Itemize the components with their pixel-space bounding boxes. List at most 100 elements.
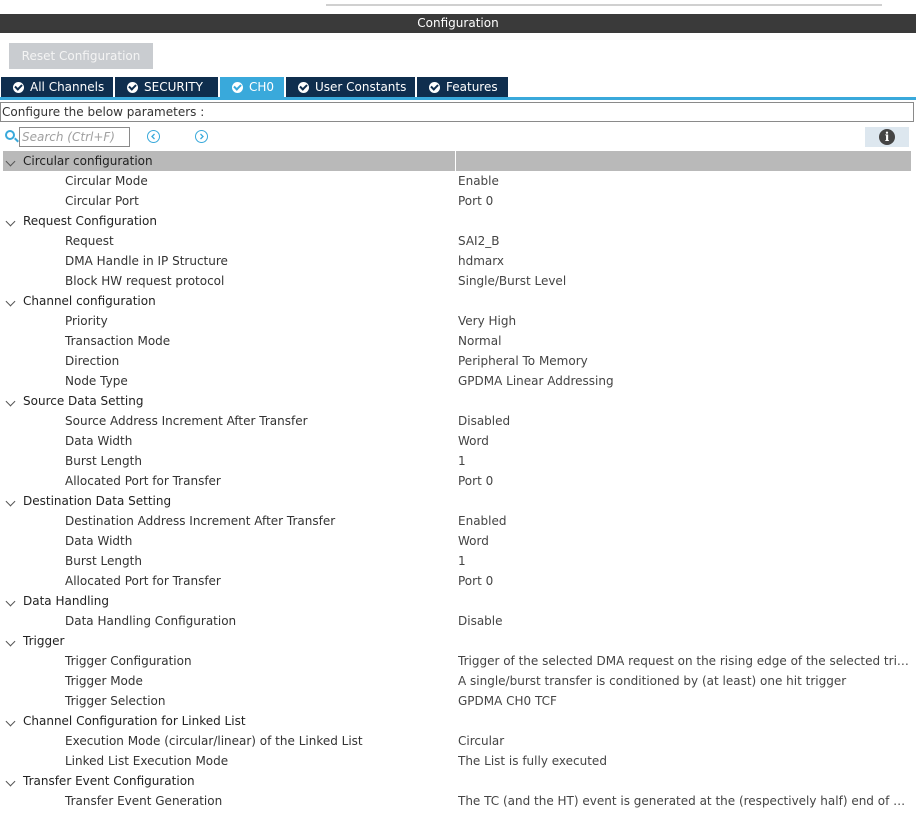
parameter-value[interactable]: Normal: [458, 331, 910, 351]
parameter-label: Node Type: [65, 374, 128, 388]
parameter-row[interactable]: Data Width Word: [3, 531, 911, 551]
chevron-down-icon[interactable]: [5, 636, 16, 647]
chevron-down-icon[interactable]: [5, 156, 16, 167]
parameter-value[interactable]: Very High: [458, 311, 910, 331]
group-row[interactable]: Source Data Setting: [3, 391, 911, 411]
group-row[interactable]: Transfer Event Configuration: [3, 771, 911, 791]
parameter-row[interactable]: Trigger Selection GPDMA CH0 TCF: [3, 691, 911, 711]
check-icon: [232, 81, 243, 93]
parameter-row[interactable]: Burst Length 1: [3, 451, 911, 471]
group-row[interactable]: Channel configuration: [3, 291, 911, 311]
parameter-value[interactable]: Port 0: [458, 471, 910, 491]
parameter-label: Transaction Mode: [65, 334, 171, 348]
check-icon: [429, 81, 440, 93]
group-label: Channel Configuration for Linked List: [23, 714, 246, 728]
tab-label: CH0: [249, 80, 275, 94]
parameter-row[interactable]: Data Width Word: [3, 431, 911, 451]
search-row: i: [0, 126, 916, 148]
parameter-label: Data Width: [65, 434, 133, 448]
parameter-value[interactable]: hdmarx: [458, 251, 910, 271]
parameter-value[interactable]: The TC (and the HT) event is generated a…: [458, 791, 910, 811]
chevron-down-icon[interactable]: [5, 496, 16, 507]
parameter-row[interactable]: Transaction Mode Normal: [3, 331, 911, 351]
parameter-row[interactable]: Source Address Increment After Transfer D…: [3, 411, 911, 431]
chevron-down-icon[interactable]: [5, 776, 16, 787]
parameter-value[interactable]: Peripheral To Memory: [458, 351, 910, 371]
parameter-value[interactable]: GPDMA Linear Addressing: [458, 371, 910, 391]
chevron-down-icon[interactable]: [5, 596, 16, 607]
group-row[interactable]: Data Handling: [3, 591, 911, 611]
parameter-value[interactable]: GPDMA CH0 TCF: [458, 691, 910, 711]
parameter-value[interactable]: Trigger of the selected DMA request on t…: [458, 651, 910, 671]
tab-bar: All Channels SECURITY CH0 User Constants…: [0, 77, 916, 100]
group-row[interactable]: Channel Configuration for Linked List: [3, 711, 911, 731]
parameter-label: Data Handling Configuration: [65, 614, 237, 628]
chevron-down-icon[interactable]: [5, 216, 16, 227]
parameter-row[interactable]: Node Type GPDMA Linear Addressing: [3, 371, 911, 391]
info-button[interactable]: i: [865, 127, 909, 147]
parameter-row[interactable]: Execution Mode (circular/linear) of the …: [3, 731, 911, 751]
group-row[interactable]: Trigger: [3, 631, 911, 651]
chevron-down-icon[interactable]: [5, 716, 16, 727]
tab-ch0[interactable]: CH0: [220, 77, 285, 97]
parameter-value[interactable]: SAI2_B: [458, 231, 910, 251]
group-row[interactable]: Destination Data Setting: [3, 491, 911, 511]
parameter-value[interactable]: Port 0: [458, 571, 910, 591]
parameter-value[interactable]: Enabled: [458, 511, 910, 531]
parameter-row[interactable]: Direction Peripheral To Memory: [3, 351, 911, 371]
parameter-row[interactable]: Circular Port Port 0: [3, 191, 911, 211]
parameter-row[interactable]: Transfer Event Generation The TC (and the…: [3, 791, 911, 811]
reset-configuration-button[interactable]: Reset Configuration: [9, 43, 153, 69]
search-input[interactable]: [19, 127, 130, 147]
parameter-label: Circular Port: [65, 194, 139, 208]
parameter-value[interactable]: 1: [458, 451, 910, 471]
parameter-value[interactable]: Circular: [458, 731, 910, 751]
parameter-value[interactable]: Enable: [458, 171, 910, 191]
check-icon: [127, 81, 138, 93]
tab-all-channels[interactable]: All Channels: [1, 77, 114, 97]
parameter-value[interactable]: A single/burst transfer is conditioned b…: [458, 671, 910, 691]
parameter-row[interactable]: Circular Mode Enable: [3, 171, 911, 191]
next-result-button[interactable]: [195, 130, 208, 143]
parameter-value[interactable]: 1: [458, 551, 910, 571]
parameter-value[interactable]: Word: [458, 531, 910, 551]
parameter-value[interactable]: Word: [458, 431, 910, 451]
parameter-value[interactable]: Port 0: [458, 191, 910, 211]
chevron-down-icon[interactable]: [5, 296, 16, 307]
parameter-row[interactable]: Burst Length 1: [3, 551, 911, 571]
info-icon: i: [879, 129, 895, 145]
group-row[interactable]: Request Configuration: [3, 211, 911, 231]
parameter-row[interactable]: Destination Address Increment After Tran…: [3, 511, 911, 531]
chevron-down-icon[interactable]: [5, 396, 16, 407]
parameter-row[interactable]: Trigger Mode A single/burst transfer is c…: [3, 671, 911, 691]
group-row[interactable]: Circular configuration: [3, 151, 911, 171]
tab-security[interactable]: SECURITY: [115, 77, 219, 97]
parameter-row[interactable]: Allocated Port for Transfer Port 0: [3, 471, 911, 491]
parameter-value[interactable]: Disabled: [458, 411, 910, 431]
parameter-label: Data Width: [65, 534, 133, 548]
chevron-left-icon: [151, 133, 155, 140]
tab-user-constants[interactable]: User Constants: [286, 77, 416, 97]
parameter-row[interactable]: Allocated Port for Transfer Port 0: [3, 571, 911, 591]
parameter-value[interactable]: Disable: [458, 611, 910, 631]
parameter-row[interactable]: Data Handling Configuration Disable: [3, 611, 911, 631]
parameter-row[interactable]: DMA Handle in IP Structure hdmarx: [3, 251, 911, 271]
parameter-row[interactable]: Block HW request protocol Single/Burst Le…: [3, 271, 911, 291]
previous-result-button[interactable]: [147, 130, 160, 143]
parameter-label: Circular Mode: [65, 174, 148, 188]
parameter-row[interactable]: Request SAI2_B: [3, 231, 911, 251]
parameter-label: Trigger Mode: [65, 674, 143, 688]
parameter-value[interactable]: Single/Burst Level: [458, 271, 910, 291]
parameter-label: Trigger Selection: [65, 694, 166, 708]
search-icon: [5, 130, 15, 140]
tab-features[interactable]: Features: [417, 77, 509, 97]
group-label: Trigger: [23, 634, 65, 648]
parameter-row[interactable]: Priority Very High: [3, 311, 911, 331]
parameter-row[interactable]: Linked List Execution Mode The List is fu…: [3, 751, 911, 771]
parameter-value[interactable]: The List is fully executed: [458, 751, 910, 771]
group-label: Request Configuration: [23, 214, 157, 228]
group-label: Circular configuration: [23, 154, 153, 168]
parameter-row[interactable]: Trigger Configuration Trigger of the sele…: [3, 651, 911, 671]
parameter-label: DMA Handle in IP Structure: [65, 254, 228, 268]
parameter-label: Priority: [65, 314, 108, 328]
